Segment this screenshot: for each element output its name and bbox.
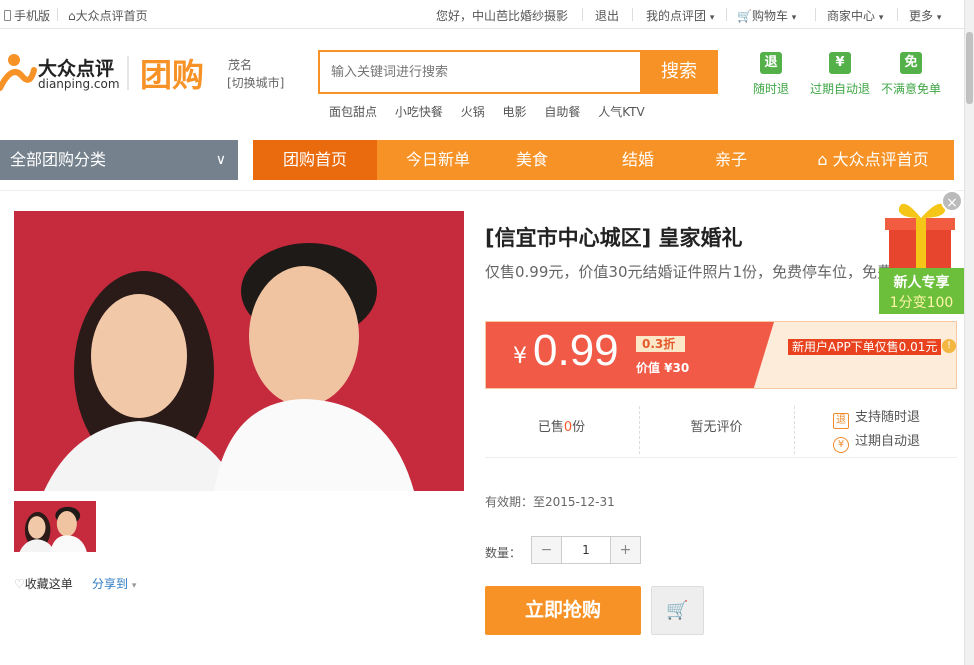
- buy-now-button[interactable]: 立即抢购: [485, 586, 641, 635]
- price-banner: [486, 322, 774, 388]
- deal-price: 0.99: [533, 326, 619, 375]
- city-name: 茂名: [228, 58, 253, 72]
- price-box: ¥ 0.99 0.3折 价值 ¥30 新用户APP下单仅售0.01元 !: [485, 321, 957, 389]
- chevron-down-icon: ▾: [878, 13, 884, 23]
- sold-count: 已售0份: [537, 420, 586, 435]
- hotword-link[interactable]: 面包甜点: [329, 105, 377, 119]
- discount-badge: 0.3折: [636, 336, 686, 352]
- clock-icon: ¥: [833, 437, 849, 453]
- search-button[interactable]: 搜索: [640, 50, 718, 94]
- home-icon: ⌂: [68, 9, 76, 23]
- guarantee-expired: ¥ 过期自动退: [833, 430, 920, 454]
- mobile-link[interactable]: 手机版: [4, 7, 50, 24]
- promise-expired-refund[interactable]: ¥ 过期自动退: [810, 52, 870, 97]
- chevron-down-icon: ▾: [936, 13, 942, 23]
- main-nav: 全部团购分类 ∨ 团购首页 今日新单 美食 结婚 亲子 ⌂ 大众点评首页: [0, 140, 954, 180]
- quantity-stepper: − 1 +: [531, 536, 641, 564]
- more-menu[interactable]: 更多 ▾: [909, 7, 941, 24]
- increment-button[interactable]: +: [611, 537, 640, 563]
- tuangou-logo: 团购: [140, 56, 205, 94]
- add-to-cart-button[interactable]: 🛒: [651, 586, 704, 635]
- free-icon: 免: [900, 52, 922, 74]
- tab-family[interactable]: 亲子: [696, 140, 766, 180]
- original-value: 价值 ¥30: [636, 361, 690, 375]
- heart-icon: ♡: [14, 577, 25, 591]
- search-box: [318, 50, 640, 94]
- share-button[interactable]: 分享到 ▾: [92, 575, 136, 592]
- logout-link[interactable]: 退出: [595, 7, 619, 24]
- home-link[interactable]: ⌂大众点评首页: [68, 7, 148, 24]
- quantity-label: 数量：: [485, 546, 522, 560]
- search-input[interactable]: [320, 52, 640, 92]
- divider: [582, 8, 583, 21]
- greeting-text: 您好，中山芭比婚纱摄影: [436, 9, 569, 23]
- info-icon[interactable]: !: [942, 339, 956, 353]
- my-account-menu[interactable]: 我的点评团 ▾: [646, 7, 714, 24]
- tab-home[interactable]: 团购首页: [253, 140, 377, 180]
- hotword-link[interactable]: 自助餐: [544, 105, 580, 119]
- hotword-link[interactable]: 电影: [503, 105, 527, 119]
- guarantee-refund: 退支持随时退: [833, 406, 920, 430]
- divider: [794, 406, 795, 454]
- deal-description: 仅售0.99元，价值30元结婚证件照片1份，免费停车位，免费WiFi！: [485, 263, 938, 281]
- divider: [632, 8, 633, 21]
- clock-yen-icon: ¥: [829, 52, 851, 74]
- divider: [726, 8, 727, 21]
- quantity-input[interactable]: 1: [561, 537, 611, 563]
- cart-icon: 🛒: [666, 600, 689, 621]
- divider: [897, 8, 898, 21]
- promise-free[interactable]: 免 不满意免单: [881, 52, 941, 97]
- tab-wedding[interactable]: 结婚: [603, 140, 673, 180]
- decrement-button[interactable]: −: [532, 537, 561, 563]
- guarantees: 退支持随时退 ¥ 过期自动退: [833, 406, 920, 454]
- deal-title: [信宜市中心城区] 皇家婚礼: [485, 226, 743, 250]
- divider: [0, 190, 974, 191]
- mobile-icon: [4, 10, 11, 21]
- refund-icon: 退: [833, 413, 849, 429]
- logo-text-en: dianping.com: [38, 77, 120, 91]
- tab-new[interactable]: 今日新单: [388, 140, 488, 180]
- validity-date: 有效期：至2015-12-31: [485, 495, 615, 509]
- refund-icon: 退: [760, 52, 782, 74]
- nav-bar: 团购首页 今日新单 美食 结婚 亲子 ⌂ 大众点评首页: [253, 140, 954, 180]
- tab-food[interactable]: 美食: [497, 140, 567, 180]
- scrollbar[interactable]: [964, 0, 974, 665]
- promise-refund[interactable]: 退 随时退: [753, 52, 789, 97]
- currency-symbol: ¥: [513, 344, 527, 369]
- tab-dianping-home[interactable]: ⌂ 大众点评首页: [813, 140, 933, 180]
- chevron-down-icon: ▾: [791, 13, 797, 23]
- chevron-down-icon: ∨: [215, 152, 226, 168]
- all-categories-dropdown[interactable]: 全部团购分类 ∨: [0, 140, 238, 180]
- cart-link[interactable]: 🛒购物车 ▾: [737, 7, 796, 24]
- merchant-menu[interactable]: 商家中心 ▾: [827, 7, 883, 24]
- divider: [815, 8, 816, 21]
- favorite-button[interactable]: ♡收藏这单: [14, 575, 73, 592]
- scrollbar-thumb[interactable]: [966, 32, 973, 104]
- deal-stats: 已售0份 暂无评价 退支持随时退 ¥ 过期自动退: [485, 398, 957, 458]
- gift-label: 新人专享 1分变100: [879, 268, 964, 314]
- chevron-down-icon: ▾: [131, 581, 137, 591]
- hotword-link[interactable]: 人气KTV: [598, 105, 644, 119]
- new-user-gift-popup[interactable]: × 新人专享 1分变100: [879, 190, 965, 316]
- divider: [57, 8, 58, 21]
- new-user-offer[interactable]: 新用户APP下单仅售0.01元: [788, 339, 942, 355]
- review-status[interactable]: 暂无评价: [640, 398, 793, 458]
- top-bar: 手机版 ⌂大众点评首页 您好，中山芭比婚纱摄影 退出 我的点评团 ▾ 🛒购物车 …: [0, 0, 974, 29]
- home-icon: ⌂: [817, 150, 833, 169]
- deal-photo: [14, 211, 464, 491]
- hotwords: 面包甜点 小吃快餐 火锅 电影 自助餐 人气KTV: [329, 103, 659, 120]
- hotword-link[interactable]: 小吃快餐: [395, 105, 443, 119]
- deal-thumbnail[interactable]: [14, 501, 96, 552]
- switch-city-link[interactable]: [切换城市]: [227, 74, 284, 91]
- cart-icon: 🛒: [737, 9, 752, 23]
- hotword-link[interactable]: 火锅: [461, 105, 485, 119]
- chevron-down-icon: ▾: [709, 13, 715, 23]
- close-icon[interactable]: ×: [941, 190, 963, 212]
